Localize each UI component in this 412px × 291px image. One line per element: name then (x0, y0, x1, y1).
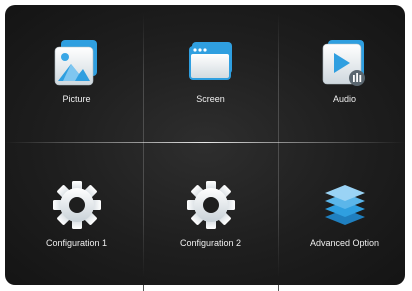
picture-icon (51, 37, 103, 89)
screen-icon (185, 37, 237, 89)
divider-tick (278, 285, 279, 291)
menu-tile-label: Picture (62, 94, 91, 104)
gear-icon (185, 179, 237, 231)
menu-grid: Picture Screen Audio Configuration 1 Con… (5, 5, 405, 285)
osd-main-menu: Picture Screen Audio Configuration 1 Con… (5, 5, 405, 285)
divider-tick (143, 285, 144, 291)
menu-tile-label: Configuration 1 (45, 238, 108, 248)
menu-tile-label: Screen (196, 94, 225, 104)
menu-tile-advanced-option[interactable]: Advanced Option (278, 145, 405, 285)
menu-tile-configuration-2[interactable]: Configuration 2 (144, 145, 277, 285)
menu-tile-audio[interactable]: Audio (278, 5, 405, 145)
menu-tile-picture[interactable]: Picture (10, 5, 143, 145)
menu-tile-label: Configuration 2 (179, 238, 242, 248)
audio-icon (319, 37, 371, 89)
menu-tile-configuration-1[interactable]: Configuration 1 (10, 145, 143, 285)
gear-icon (51, 179, 103, 231)
menu-tile-screen[interactable]: Screen (144, 5, 277, 145)
menu-tile-label: Audio (332, 94, 357, 104)
menu-tile-label: Advanced Option (309, 238, 380, 248)
layers-icon (319, 179, 371, 231)
